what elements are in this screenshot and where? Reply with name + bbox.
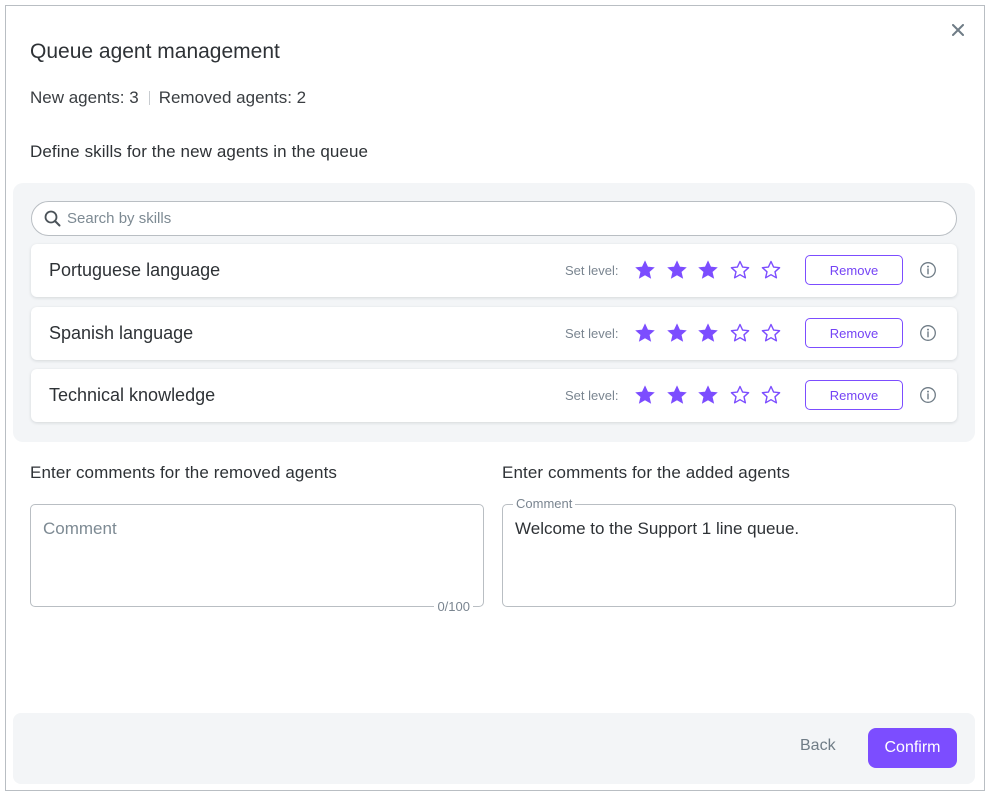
remove-skill-button[interactable]: Remove <box>805 318 903 348</box>
skill-row: Technical knowledge Set level: Remove <box>31 369 957 422</box>
skill-level-rating <box>635 259 793 281</box>
set-level-label: Set level: <box>565 326 619 341</box>
skill-level-rating <box>635 384 793 406</box>
search-icon <box>44 210 61 227</box>
search-input[interactable] <box>67 210 927 227</box>
confirm-button[interactable]: Confirm <box>868 728 957 768</box>
new-agents-count: New agents: 3 <box>30 88 139 107</box>
comment-label: Comment <box>513 496 576 511</box>
agent-counts: New agents: 3 Removed agents: 2 <box>30 88 306 108</box>
removed-comment-field: 0/100 <box>30 504 484 614</box>
dialog-footer: Back Confirm <box>13 713 975 784</box>
star-outline-icon[interactable] <box>761 384 793 406</box>
star-outline-icon[interactable] <box>730 384 762 406</box>
remove-skill-button[interactable]: Remove <box>805 380 903 410</box>
set-level-label: Set level: <box>565 388 619 403</box>
star-filled-icon[interactable] <box>635 322 667 344</box>
star-filled-icon[interactable] <box>698 384 730 406</box>
star-filled-icon[interactable] <box>666 322 699 344</box>
skill-row: Portuguese language Set level: Remove <box>31 244 957 297</box>
close-icon <box>952 24 964 36</box>
added-comments-heading: Enter comments for the added agents <box>502 463 790 482</box>
skill-name: Portuguese language <box>49 260 221 280</box>
skills-heading: Define skills for the new agents in the … <box>30 142 369 161</box>
set-level-label: Set level: <box>565 263 619 278</box>
added-comment-input[interactable] <box>515 517 943 593</box>
back-button[interactable]: Back <box>800 737 836 755</box>
skill-name: Spanish language <box>49 323 194 343</box>
star-filled-icon[interactable] <box>698 259 730 281</box>
added-comment-field: Comment <box>502 496 956 607</box>
star-filled-icon[interactable] <box>666 384 699 406</box>
char-counter: 0/100 <box>434 599 473 614</box>
star-outline-icon[interactable] <box>761 322 793 344</box>
removed-comments-heading: Enter comments for the removed agents <box>30 463 338 482</box>
skill-search[interactable] <box>31 201 957 236</box>
star-outline-icon[interactable] <box>730 259 762 281</box>
star-filled-icon[interactable] <box>666 259 699 281</box>
star-outline-icon[interactable] <box>730 322 762 344</box>
skill-name: Technical knowledge <box>49 385 216 405</box>
info-icon[interactable] <box>919 261 937 279</box>
queue-agent-management-dialog: Queue agent management New agents: 3 Rem… <box>5 5 985 791</box>
skills-panel: Portuguese languageSet level:RemoveSpani… <box>13 183 975 442</box>
star-filled-icon[interactable] <box>635 259 667 281</box>
removed-comment-input[interactable] <box>43 517 471 593</box>
info-icon[interactable] <box>919 324 937 342</box>
info-icon[interactable] <box>919 386 937 404</box>
counts-divider <box>148 91 150 105</box>
star-filled-icon[interactable] <box>698 322 730 344</box>
dialog-title: Queue agent management <box>30 40 280 63</box>
skill-level-rating <box>635 322 793 344</box>
removed-agents-count: Removed agents: 2 <box>158 88 307 107</box>
star-outline-icon[interactable] <box>761 259 793 281</box>
star-filled-icon[interactable] <box>635 384 667 406</box>
remove-skill-button[interactable]: Remove <box>805 255 903 285</box>
skill-row: Spanish language Set level: Remove <box>31 307 957 360</box>
close-button[interactable] <box>948 20 968 40</box>
